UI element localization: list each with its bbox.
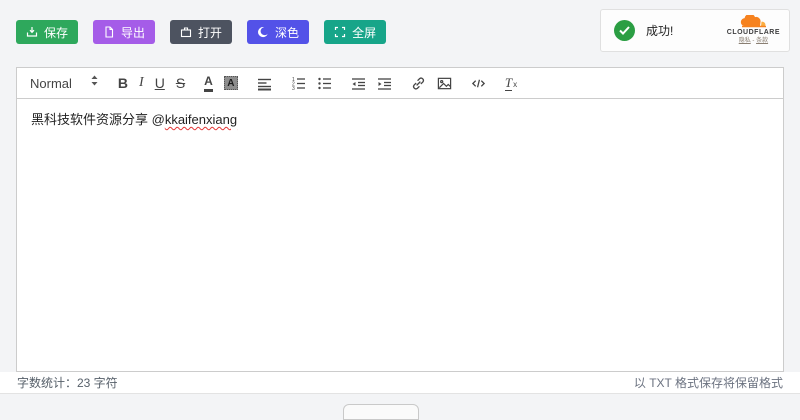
image-button[interactable] [437,76,452,91]
align-icon [257,76,272,91]
svg-text:3: 3 [292,85,295,90]
mention-text: kkaifenxiang [165,112,237,127]
bold-button[interactable]: B [118,76,128,90]
clear-format-icon: Tx [505,75,517,91]
fullscreen-icon [334,26,346,38]
export-file-icon [103,26,115,38]
image-icon [437,76,452,91]
indent-button[interactable] [377,76,392,91]
editor-text: 黑科技软件资源分享 @ [31,112,165,127]
bullet-list-button[interactable] [317,76,332,91]
word-count: 字数统计：23 字符 [17,374,118,391]
editor-panel: Normal B I U S A A [16,67,784,372]
link-icon [411,76,426,91]
editor-toolbar: Normal B I U S A A [17,68,783,99]
align-button[interactable] [257,76,272,91]
format-note: 以 TXT 格式保存将保留格式 [634,374,783,391]
moon-icon [257,26,269,38]
fullscreen-label: 全屏 [352,24,376,41]
format-select[interactable]: Normal [30,74,99,92]
open-label: 打开 [198,24,222,41]
fullscreen-button[interactable]: 全屏 [324,20,386,44]
italic-button[interactable]: I [139,76,144,90]
chevron-updown-icon [90,74,99,92]
bullet-list-icon [317,76,332,91]
bottom-partial-element[interactable] [343,404,419,420]
turnstile-widget: 成功! CLOUDFLARE 隐私 - 条款 [600,9,790,52]
ordered-list-button[interactable]: 123 [291,76,306,91]
save-icon [26,26,38,38]
code-icon [471,76,486,91]
ordered-list-icon: 123 [291,76,306,91]
format-select-label: Normal [30,76,72,91]
strikethrough-button[interactable]: S [176,76,185,90]
dark-mode-label: 深色 [275,24,299,41]
outdent-icon [351,76,366,91]
text-color-button[interactable]: A [204,74,213,92]
turnstile-links: 隐私 - 条款 [727,38,780,46]
dark-mode-button[interactable]: 深色 [247,20,309,44]
save-label: 保存 [44,24,68,41]
editor-content[interactable]: 黑科技软件资源分享 @kkaifenxiang [17,99,783,371]
page: { "top_toolbar": { "buttons": [ { "label… [0,0,800,415]
open-briefcase-icon [180,26,192,38]
clear-format-button[interactable]: Tx [505,75,517,91]
link-button[interactable] [411,76,426,91]
export-label: 导出 [121,24,145,41]
editor-paragraph: 黑科技软件资源分享 @kkaifenxiang [31,109,769,128]
underline-button[interactable]: U [155,76,165,90]
privacy-link[interactable]: 隐私 [739,38,751,44]
status-bar: 字数统计：23 字符 以 TXT 格式保存将保留格式 [0,372,800,394]
top-toolbar: 保存 导出 打开 深色 全屏 [16,20,386,44]
save-button[interactable]: 保存 [16,20,78,44]
success-check-icon [614,20,635,41]
indent-icon [377,76,392,91]
cloudflare-brand: CLOUDFLARE 隐私 - 条款 [727,15,780,45]
terms-link[interactable]: 条款 [756,38,768,44]
export-button[interactable]: 导出 [93,20,155,44]
turnstile-status-text: 成功! [646,22,673,39]
cloudflare-wordmark: CLOUDFLARE [727,29,780,38]
highlight-color-button[interactable]: A [224,76,238,90]
link-separator: - [752,38,754,44]
cloudflare-logo-icon [727,15,780,29]
outdent-button[interactable] [351,76,366,91]
code-button[interactable] [471,76,486,91]
open-button[interactable]: 打开 [170,20,232,44]
